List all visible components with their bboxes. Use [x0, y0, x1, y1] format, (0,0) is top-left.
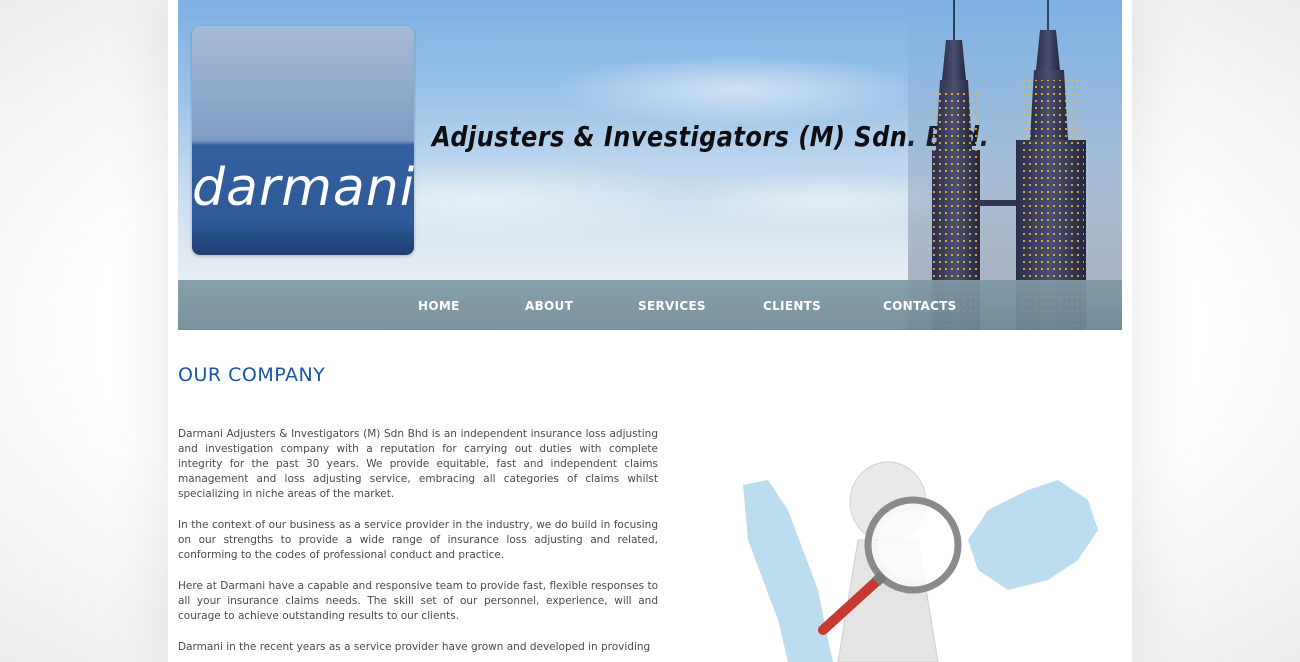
logo-text[interactable]: darmani [192, 158, 414, 218]
nav-clients[interactable]: CLIENTS [763, 299, 821, 313]
company-name: Adjusters & Investigators (M) Sdn. Bhd. [432, 120, 990, 153]
nav-services[interactable]: SERVICES [638, 299, 706, 313]
header-banner: darmani Adjusters & Investigators (M) Sd… [178, 0, 1122, 330]
context-paragraph: In the context of our business as a serv… [178, 519, 658, 561]
growth-paragraph: Darmani in the recent years as a service… [178, 641, 651, 653]
logo-box[interactable] [192, 26, 414, 255]
magnifier-illustration [743, 461, 1098, 662]
nav-about[interactable]: ABOUT [525, 299, 573, 313]
intro-paragraph: Darmani Adjusters & Investigators (M) Sd… [178, 428, 658, 500]
nav-home[interactable]: HOME [418, 299, 460, 313]
page-container: darmani Adjusters & Investigators (M) Sd… [168, 0, 1132, 662]
nav-contacts[interactable]: CONTACTS [883, 299, 957, 313]
team-paragraph: Here at Darmani have a capable and respo… [178, 580, 658, 622]
page-heading: OUR COMPANY [178, 364, 326, 386]
